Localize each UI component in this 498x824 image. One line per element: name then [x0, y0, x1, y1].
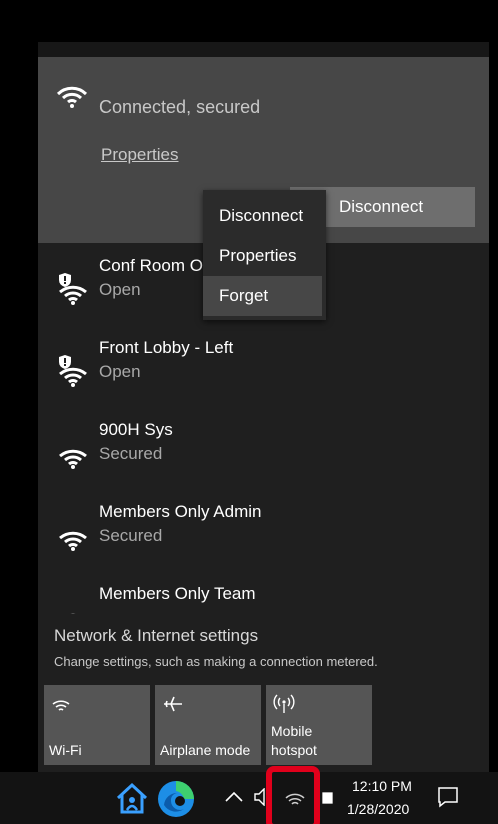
menu-item-properties[interactable]: Properties: [203, 236, 326, 276]
wifi-open-shield-icon: [56, 270, 88, 311]
tile-label: Mobile hotspot: [271, 723, 317, 758]
airplane-mode-tile[interactable]: Airplane mode: [155, 685, 261, 765]
network-status: Open: [99, 362, 141, 381]
volume-icon[interactable]: [253, 787, 267, 811]
wifi-open-shield-icon: [56, 352, 88, 393]
clock-time[interactable]: 12:10 PM: [352, 778, 412, 794]
tile-label: Wi-Fi: [49, 742, 82, 758]
network-name: 900H Sys: [99, 420, 173, 439]
battery-icon[interactable]: [322, 791, 334, 810]
network-status: Secured: [99, 526, 163, 545]
wifi-icon: [56, 434, 88, 475]
network-flyout: Connected, secured Properties Disconnect…: [38, 42, 489, 772]
highlight-annotation: [266, 766, 320, 824]
menu-item-forget[interactable]: Forget: [203, 276, 322, 316]
wifi-icon: [56, 79, 88, 114]
wifi-icon: [51, 693, 71, 718]
network-name: Front Lobby - Left: [99, 338, 234, 357]
network-name: Conf Room O: [99, 256, 203, 275]
wifi-icon: [56, 516, 88, 557]
tile-label: Airplane mode: [160, 742, 251, 758]
action-center-icon[interactable]: [437, 786, 459, 813]
clock-date[interactable]: 1/28/2020: [347, 801, 409, 817]
flyout-top-strip: [38, 42, 489, 57]
connection-status: Connected, secured: [99, 97, 261, 117]
wifi-toggle-tile[interactable]: Wi-Fi: [44, 685, 150, 765]
network-status: Open: [99, 280, 141, 299]
settings-description: Change settings, such as making a connec…: [54, 654, 378, 669]
network-settings-link[interactable]: Network & Internet settings: [54, 626, 258, 646]
taskbar: 12:10 PM 1/28/2020: [0, 772, 498, 824]
network-item[interactable]: 900H Sys Secured: [38, 420, 489, 498]
properties-link[interactable]: Properties: [101, 145, 178, 165]
home-icon[interactable]: [114, 780, 150, 821]
network-item[interactable]: Front Lobby - Left Open: [38, 338, 489, 416]
network-name: Members Only Team: [99, 584, 256, 603]
network-settings-area: Network & Internet settings Change setti…: [38, 614, 489, 772]
edge-browser-icon[interactable]: [156, 779, 196, 824]
hotspot-icon: [273, 693, 295, 720]
network-context-menu: Disconnect Properties Forget: [203, 190, 326, 320]
network-status: Secured: [99, 444, 163, 463]
network-name: Members Only Admin: [99, 502, 262, 521]
airplane-icon: [162, 693, 184, 720]
chevron-up-icon[interactable]: [225, 790, 243, 808]
mobile-hotspot-tile[interactable]: Mobile hotspot: [266, 685, 372, 765]
network-item[interactable]: Members Only Admin Secured: [38, 502, 489, 580]
menu-item-disconnect[interactable]: Disconnect: [203, 196, 326, 236]
